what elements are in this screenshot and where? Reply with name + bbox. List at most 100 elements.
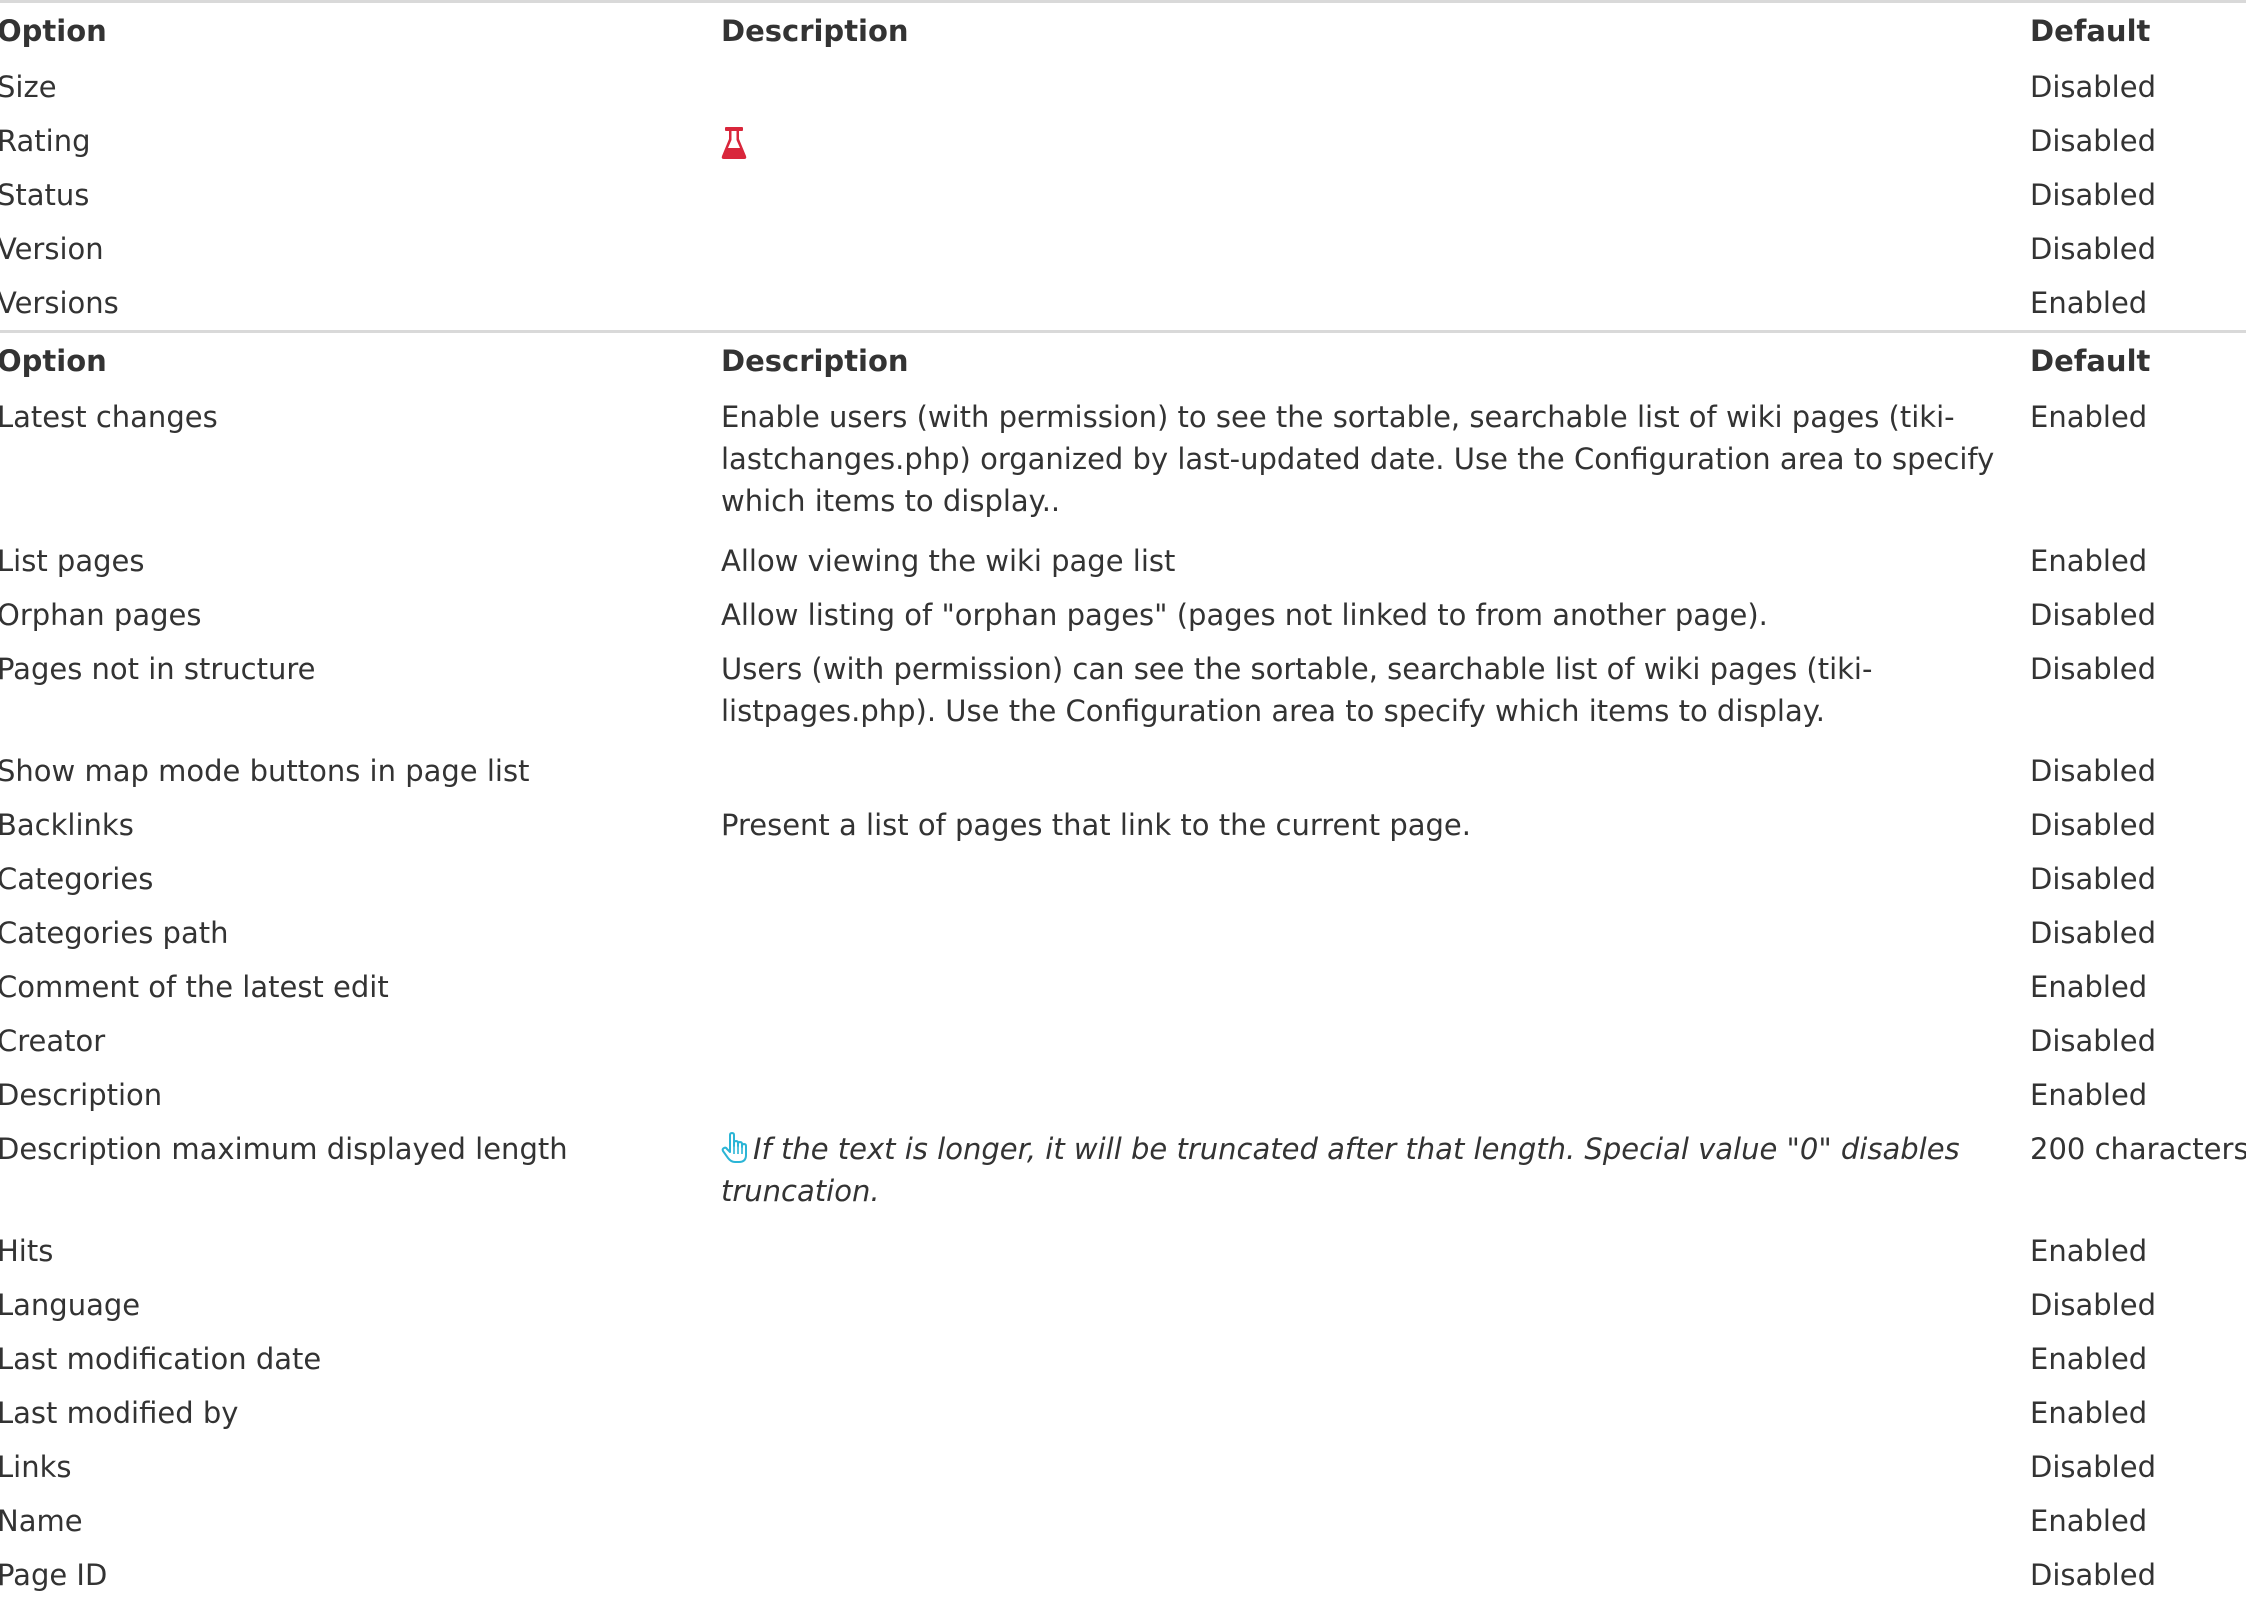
option-label: Categories: [0, 862, 154, 896]
preferences-page: Option Description Default Size Disabled…: [0, 0, 2246, 1602]
option-default: Disabled: [2030, 754, 2156, 788]
option-label: Versions: [0, 286, 119, 320]
option-label: Version: [0, 232, 104, 266]
experimental-flask-icon: [721, 123, 747, 159]
option-label: Comment of the latest edit: [0, 970, 389, 1004]
option-label: Page ID: [0, 1558, 108, 1592]
header-option: Option: [0, 0, 721, 60]
option-default: 200 characters: [2030, 1132, 2246, 1166]
option-description: Enable users (with permission) to see th…: [721, 400, 1995, 518]
table-row: Orphan pages Allow listing of "orphan pa…: [0, 588, 2246, 642]
table-row: Links Disabled: [0, 1440, 2246, 1494]
option-description: Users (with permission) can see the sort…: [721, 652, 1873, 728]
option-description: Allow viewing the wiki page list: [721, 544, 1176, 578]
option-description: [721, 1068, 2030, 1122]
table-row: Backlinks Present a list of pages that l…: [0, 798, 2246, 852]
table-row: Description maximum displayed length If …: [0, 1122, 2246, 1224]
option-default: Disabled: [2030, 652, 2156, 686]
option-label: Last modified by: [0, 1396, 239, 1430]
option-default: Enabled: [2030, 286, 2148, 320]
option-default: Enabled: [2030, 1234, 2148, 1268]
header-default: Default: [2030, 330, 2246, 390]
option-label: Pages not in structure: [0, 652, 316, 686]
option-default: Enabled: [2030, 1504, 2148, 1538]
option-description: [721, 276, 2030, 330]
header-option: Option: [0, 330, 721, 390]
option-default: Disabled: [2030, 1288, 2156, 1322]
header-default: Default: [2030, 0, 2246, 60]
option-default: Enabled: [2030, 544, 2148, 578]
option-default: Enabled: [2030, 400, 2148, 434]
table-header-row: Option Description Default: [0, 330, 2246, 390]
table-row: Last modification date Enabled: [0, 1332, 2246, 1386]
option-description-cell: [721, 114, 2030, 168]
option-label: Language: [0, 1288, 141, 1322]
option-description: [721, 168, 2030, 222]
option-description: [721, 1440, 2030, 1494]
option-description: [721, 960, 2030, 1014]
option-label: Backlinks: [0, 808, 134, 842]
option-description: [721, 1494, 2030, 1548]
table-row: Language Disabled: [0, 1278, 2246, 1332]
option-default: Enabled: [2030, 1342, 2148, 1376]
option-default: Disabled: [2030, 808, 2156, 842]
table-row: Comment of the latest edit Enabled: [0, 960, 2246, 1014]
table-row: Versions Enabled: [0, 276, 2246, 330]
option-label: Latest changes: [0, 400, 218, 434]
option-description: [721, 1548, 2030, 1602]
table-row: Last modified by Enabled: [0, 1386, 2246, 1440]
hand-pointer-icon: [721, 1132, 749, 1164]
option-description: [721, 1332, 2030, 1386]
option-description-cell: If the text is longer, it will be trunca…: [721, 1122, 2030, 1224]
option-label: Description maximum displayed length: [0, 1132, 568, 1166]
table-row: Version Disabled: [0, 222, 2246, 276]
table-row: Categories path Disabled: [0, 906, 2246, 960]
header-description: Description: [721, 330, 2030, 390]
option-description: [721, 60, 2030, 114]
table-row: Categories Disabled: [0, 852, 2246, 906]
option-description: [721, 744, 2030, 798]
option-label: Links: [0, 1450, 72, 1484]
option-default: Disabled: [2030, 916, 2156, 950]
option-description: Present a list of pages that link to the…: [721, 808, 1471, 842]
option-default: Enabled: [2030, 970, 2148, 1004]
table-row: List pages Allow viewing the wiki page l…: [0, 534, 2246, 588]
option-description: [721, 852, 2030, 906]
option-label: Last modification date: [0, 1342, 322, 1376]
option-default: Disabled: [2030, 598, 2156, 632]
option-default: Disabled: [2030, 124, 2156, 158]
option-description: [721, 1014, 2030, 1068]
table-row: Page ID Disabled: [0, 1548, 2246, 1602]
option-label: Show map mode buttons in page list: [0, 754, 530, 788]
option-label: Status: [0, 178, 90, 212]
option-default: Disabled: [2030, 1558, 2156, 1592]
table-row: Hits Enabled: [0, 1224, 2246, 1278]
table-row: Name Enabled: [0, 1494, 2246, 1548]
option-default: Disabled: [2030, 70, 2156, 104]
table-row: Creator Disabled: [0, 1014, 2246, 1068]
option-description: Allow listing of "orphan pages" (pages n…: [721, 598, 1768, 632]
option-description: [721, 1278, 2030, 1332]
option-label: Orphan pages: [0, 598, 202, 632]
option-label: Name: [0, 1504, 83, 1538]
option-default: Disabled: [2030, 862, 2156, 896]
option-description: If the text is longer, it will be trunca…: [721, 1132, 1960, 1208]
option-description: [721, 222, 2030, 276]
table-row: Rating Disabled: [0, 114, 2246, 168]
option-description: [721, 1224, 2030, 1278]
option-default: Enabled: [2030, 1396, 2148, 1430]
table-header-row: Option Description Default: [0, 0, 2246, 60]
option-description: [721, 1386, 2030, 1440]
option-label: Rating: [0, 124, 91, 158]
option-default: Enabled: [2030, 1078, 2148, 1112]
table-row: Show map mode buttons in page list Disab…: [0, 744, 2246, 798]
preferences-table-1: Option Description Default Size Disabled…: [0, 0, 2246, 330]
table-row: Size Disabled: [0, 60, 2246, 114]
option-default: Disabled: [2030, 1450, 2156, 1484]
preferences-table-2: Option Description Default Latest change…: [0, 330, 2246, 1602]
table-row: Latest changes Enable users (with permis…: [0, 390, 2246, 534]
option-label: List pages: [0, 544, 145, 578]
option-label: Creator: [0, 1024, 106, 1058]
option-label: Description: [0, 1078, 163, 1112]
table-row: Status Disabled: [0, 168, 2246, 222]
